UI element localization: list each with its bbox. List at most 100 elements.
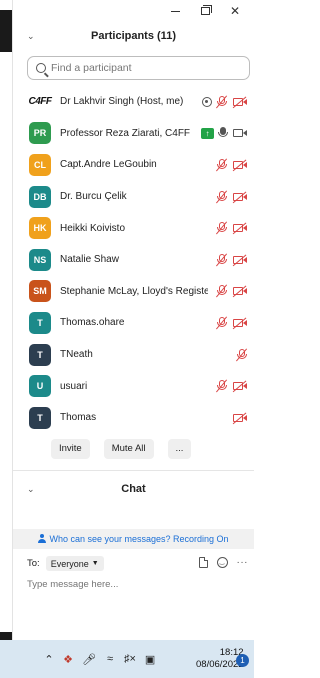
recipient-select[interactable]: Everyone ▼ [45, 556, 104, 572]
microphone-muted-icon[interactable] [216, 316, 228, 330]
chevron-up-icon[interactable]: ⌃ [44, 651, 54, 667]
search-input[interactable] [51, 62, 231, 74]
close-button[interactable]: ✕ [220, 0, 250, 22]
participants-header: ⌄ Participants (11) [13, 22, 254, 50]
avatar: SM [29, 280, 51, 303]
avatar: NS [29, 248, 51, 271]
participant-name: Thomas.ohare [60, 317, 125, 329]
participant-row[interactable]: DB Dr. Burcu Çelik [13, 181, 254, 213]
microphone-icon[interactable] [218, 126, 228, 140]
participant-status-icons [216, 276, 248, 308]
chevron-down-icon: ▼ [91, 560, 99, 568]
chat-title: Chat [121, 482, 146, 495]
participant-status-icons [236, 339, 248, 371]
video-off-icon[interactable] [232, 411, 248, 425]
video-off-icon[interactable] [232, 284, 248, 298]
participant-row[interactable]: T Thomas.ohare [13, 307, 254, 339]
minimize-icon [170, 10, 180, 12]
avatar: HK [29, 217, 51, 240]
participant-name: Dr. Burcu Çelik [60, 191, 127, 203]
chat-privacy-notice[interactable]: Who can see your messages? Recording On [13, 528, 254, 549]
video-off-icon[interactable] [232, 158, 248, 172]
participant-name: usuari [60, 380, 88, 392]
participant-status-icons [216, 149, 248, 181]
restore-button[interactable] [190, 0, 220, 22]
participant-status-icons [216, 244, 248, 276]
minimize-button[interactable] [160, 0, 190, 22]
participant-row[interactable]: Uusuari [13, 370, 254, 402]
invite-button[interactable]: Invite [51, 438, 90, 459]
chat-recipient-row: To: Everyone ▼ ‿ ··· [13, 553, 254, 575]
microphone-muted-icon[interactable] [216, 284, 228, 298]
participant-actions: Invite Mute All ... [13, 434, 254, 464]
participant-row[interactable]: HK Heikki Koivisto [13, 212, 254, 244]
video-off-icon[interactable] [232, 253, 248, 267]
participant-status-icons [232, 402, 248, 434]
video-camera-icon[interactable] [232, 126, 248, 140]
participant-status-icons [202, 86, 248, 118]
participant-name: Dr Lakhvir Singh (Host, me) [60, 96, 184, 108]
participant-name: TNeath [60, 349, 93, 361]
avatar: U [29, 375, 51, 398]
background-window-strip [0, 0, 12, 640]
chevron-down-icon[interactable]: ⌄ [27, 484, 35, 495]
microphone-muted-icon[interactable] [216, 221, 228, 235]
participant-status-icons [216, 181, 248, 213]
mute-all-button[interactable]: Mute All [103, 438, 154, 459]
chat-tools: ‿ ··· [198, 556, 249, 568]
search-icon [36, 63, 46, 73]
microphone-muted-icon[interactable] [216, 158, 228, 172]
microphone-muted-icon[interactable] [216, 190, 228, 204]
microphone-muted-icon[interactable] [236, 348, 248, 362]
windows-taskbar: ⌃ ❖ 🎤︎ ≈ ♯× ▣ 18:12 08/06/2022 1 [0, 640, 254, 678]
participant-search[interactable] [27, 56, 250, 80]
participant-row[interactable]: SM Stephanie McLay, Lloyd's Register [13, 276, 254, 308]
microphone-muted-icon[interactable] [216, 95, 228, 109]
participant-row[interactable]: PR Professor Reza Ziarati, C4FF ↑ [13, 118, 254, 150]
host-logo-avatar: C4FF [29, 90, 52, 113]
camera-icon[interactable]: ▣ [145, 651, 155, 667]
notification-badge[interactable]: 1 [236, 654, 249, 667]
participant-status-icons [216, 212, 248, 244]
participant-row[interactable]: T TNeath [13, 339, 254, 371]
more-icon[interactable]: ··· [237, 557, 249, 568]
more-options-button[interactable]: ... [167, 438, 192, 459]
avatar: T [29, 343, 51, 366]
video-off-icon[interactable] [232, 379, 248, 393]
video-off-icon[interactable] [232, 316, 248, 330]
participant-row[interactable]: C4FF Dr Lakhvir Singh (Host, me) [13, 86, 254, 118]
to-label: To: [27, 558, 40, 570]
video-off-icon[interactable] [232, 190, 248, 204]
restore-icon [200, 5, 212, 15]
participant-list: C4FF Dr Lakhvir Singh (Host, me) PR Profess… [13, 86, 254, 434]
participant-row[interactable]: CL Capt.Andre LeGoubin [13, 149, 254, 181]
participant-row[interactable]: T Thomas [13, 402, 254, 434]
emoji-icon[interactable]: ‿ [216, 556, 228, 568]
chat-notice-text: Who can see your messages? Recording On [49, 533, 229, 544]
participant-status-icons [216, 307, 248, 339]
background-window-edge-bottom [0, 632, 12, 640]
background-window-edge [0, 10, 12, 52]
microphone-icon[interactable]: 🎤︎ [82, 651, 96, 667]
speaker-muted-icon[interactable]: ♯× [124, 651, 136, 667]
participants-panel: ✕ ⌄ Participants (11) C4FF Dr Lakhvir Sin… [12, 0, 254, 640]
participant-name: Heikki Koivisto [60, 222, 126, 234]
chat-header: ⌄ Chat [13, 475, 254, 503]
participant-status-icons: ↑ [201, 118, 248, 150]
dropbox-icon[interactable]: ❖ [63, 651, 73, 667]
microphone-muted-icon[interactable] [216, 253, 228, 267]
avatar: CL [29, 153, 51, 176]
message-input[interactable] [27, 578, 237, 590]
file-icon[interactable] [198, 556, 208, 568]
participant-name: Natalie Shaw [60, 254, 119, 266]
participants-title: Participants (11) [91, 30, 176, 42]
video-off-icon[interactable] [232, 221, 248, 235]
microphone-muted-icon[interactable] [216, 379, 228, 393]
video-off-icon[interactable] [232, 95, 248, 109]
participant-row[interactable]: NS Natalie Shaw [13, 244, 254, 276]
chevron-down-icon[interactable]: ⌄ [27, 31, 35, 42]
host-icon [202, 96, 212, 107]
wifi-icon[interactable]: ≈ [105, 651, 115, 667]
avatar: PR [29, 122, 51, 145]
title-bar: ✕ [13, 0, 254, 22]
